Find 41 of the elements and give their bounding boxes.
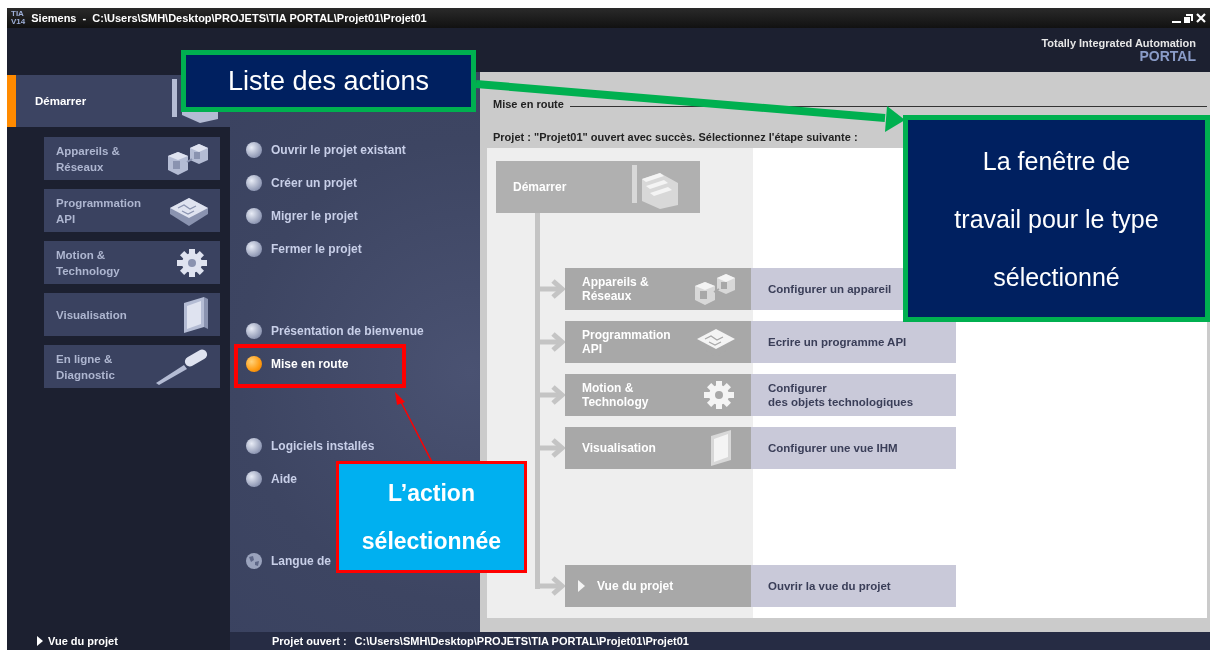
- status-message: Projet : "Projet01" ouvert avec succès. Sélectionnez l'étape suivante :: [493, 131, 858, 143]
- step-description: Ouvrir la vue du projet: [751, 565, 956, 607]
- action-item[interactable]: Ouvrir le projet existant: [230, 133, 406, 166]
- stairs-icon: [630, 165, 680, 209]
- caret-icon: [577, 580, 585, 592]
- annotation-arrow: [395, 392, 433, 463]
- project-path: C:\Users\SMH\Desktop\PROJETS\TIA PORTAL\Projet01\Projet01: [354, 635, 689, 647]
- app-logo: TIA V14: [11, 10, 26, 26]
- sidebar-item[interactable]: Motion & Technology: [44, 241, 220, 284]
- restore-icon[interactable]: [1184, 13, 1193, 23]
- sidebar-item[interactable]: En ligne & Diagnostic: [44, 345, 220, 388]
- section-heading: Mise en route: [493, 97, 564, 110]
- gear-icon: [701, 380, 737, 410]
- product-name: Totally Integrated Automation: [1041, 37, 1196, 49]
- project-view-link[interactable]: Vue du projet: [7, 632, 230, 650]
- action-item[interactable]: Logiciels installés: [230, 429, 375, 462]
- action-item[interactable]: Aide: [230, 462, 297, 495]
- action-item[interactable]: Langue de: [230, 544, 331, 577]
- step-description: Ecrire un programme API: [751, 321, 956, 363]
- screwdriver-icon: [154, 348, 210, 385]
- annotation-tooltip: Liste des actions: [181, 50, 476, 112]
- step-description: Configurer des objets technologiques: [751, 374, 956, 416]
- annotation-tooltip: L’action sélectionnée: [336, 461, 527, 573]
- action-item[interactable]: Fermer le projet: [230, 232, 362, 265]
- action-item[interactable]: Créer un projet: [230, 166, 357, 199]
- sidebar-item[interactable]: Programmation API: [44, 189, 220, 232]
- step-description: Configurer une vue IHM: [751, 427, 956, 469]
- action-item[interactable]: Migrer le projet: [230, 199, 358, 232]
- close-icon[interactable]: [1196, 13, 1206, 23]
- sidebar-item[interactable]: Appareils & Réseaux: [44, 137, 220, 180]
- sidebar-item[interactable]: Visualisation: [44, 293, 220, 336]
- action-item[interactable]: Présentation de bienvenue: [230, 314, 424, 347]
- caret-icon: [37, 636, 43, 646]
- cubes-icon: [166, 141, 210, 176]
- status-label: Projet ouvert :: [272, 635, 347, 647]
- cubes-icon: [693, 272, 737, 306]
- gear-icon: [174, 247, 210, 278]
- annotation-tooltip: La fenêtre de travail pour le type sélectionné: [903, 115, 1210, 322]
- action-item[interactable]: Mise en route: [230, 347, 349, 380]
- window-title: Siemens - C:\Users\SMH\Desktop\PROJETS\TIA PORTAL\Projet01\Projet01: [31, 12, 428, 24]
- portal-label: PORTAL: [1139, 49, 1196, 63]
